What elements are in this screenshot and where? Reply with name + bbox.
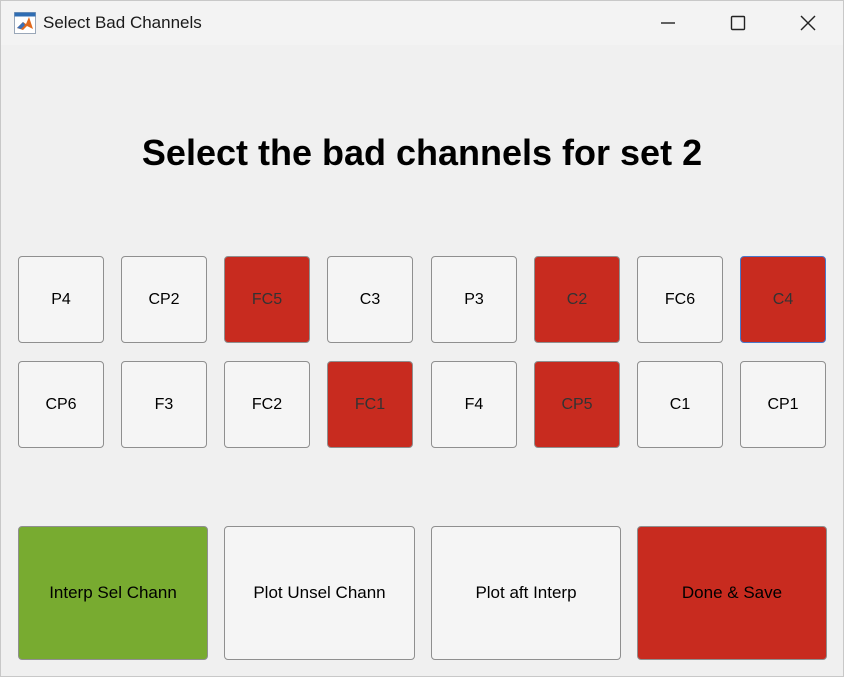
channel-button-c1[interactable]: C1 [637, 361, 723, 448]
channel-button-cp1[interactable]: CP1 [740, 361, 826, 448]
channel-button-cp5[interactable]: CP5 [534, 361, 620, 448]
channel-button-fc1[interactable]: FC1 [327, 361, 413, 448]
plot-unsel-chann-button[interactable]: Plot Unsel Chann [224, 526, 415, 660]
channel-button-fc6[interactable]: FC6 [637, 256, 723, 343]
maximize-button[interactable] [703, 1, 773, 45]
minimize-icon [661, 22, 675, 24]
title-bar[interactable]: Select Bad Channels [1, 1, 843, 45]
channel-button-c4[interactable]: C4 [740, 256, 826, 343]
matlab-icon [14, 12, 36, 34]
window-title: Select Bad Channels [43, 13, 202, 32]
channel-button-cp2[interactable]: CP2 [121, 256, 207, 343]
channel-button-fc2[interactable]: FC2 [224, 361, 310, 448]
channel-button-c3[interactable]: C3 [327, 256, 413, 343]
channel-button-f3[interactable]: F3 [121, 361, 207, 448]
interp-sel-chann-button[interactable]: Interp Sel Chann [18, 526, 208, 660]
channel-button-cp6[interactable]: CP6 [18, 361, 104, 448]
close-button[interactable] [773, 1, 843, 45]
close-icon [800, 15, 816, 31]
page-title: Select the bad channels for set 2 [141, 132, 703, 173]
app-window: Select Bad Channels Select the bad chann… [0, 0, 844, 677]
channel-button-p3[interactable]: P3 [431, 256, 517, 343]
channel-button-fc5[interactable]: FC5 [224, 256, 310, 343]
channel-button-p4[interactable]: P4 [18, 256, 104, 343]
maximize-icon [730, 15, 746, 31]
plot-aft-interp-button[interactable]: Plot aft Interp [431, 526, 621, 660]
done-save-button[interactable]: Done & Save [637, 526, 827, 660]
channel-button-f4[interactable]: F4 [431, 361, 517, 448]
channel-button-c2[interactable]: C2 [534, 256, 620, 343]
minimize-button[interactable] [633, 1, 703, 45]
